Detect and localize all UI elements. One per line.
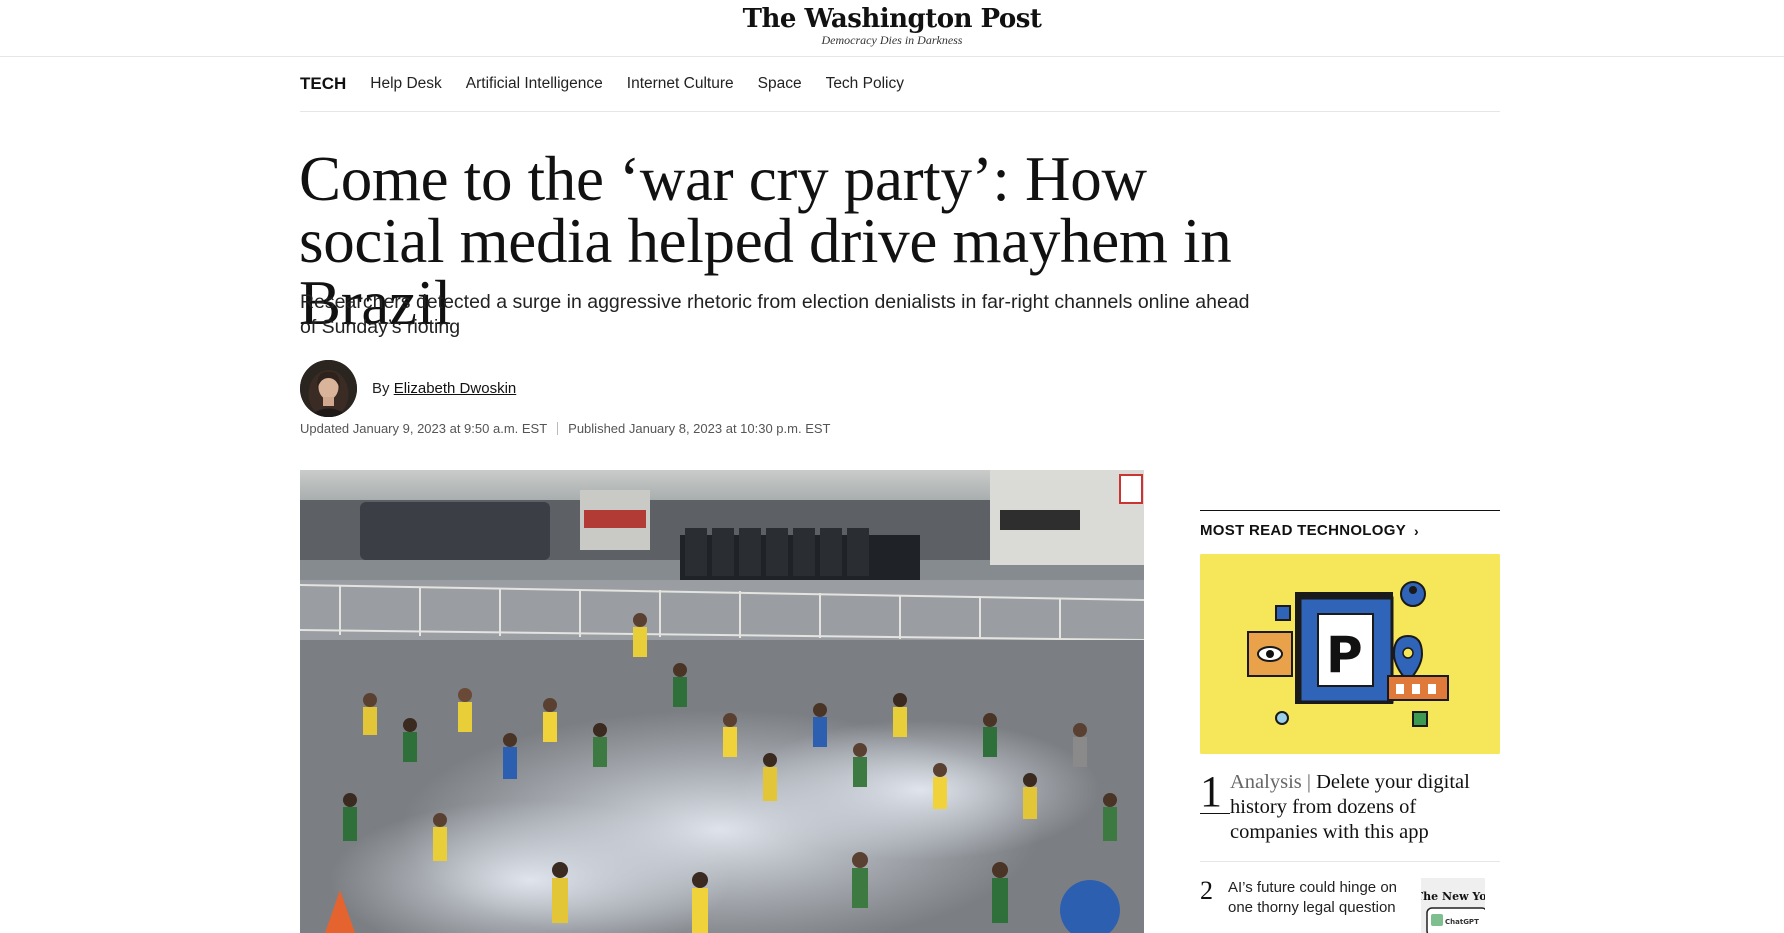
published-timestamp: Published January 8, 2023 at 10:30 p.m. …	[568, 421, 831, 436]
author-avatar[interactable]	[300, 360, 357, 417]
byline-text: By Elizabeth Dwoskin	[372, 380, 516, 397]
lead-photo[interactable]	[300, 470, 1144, 933]
rank-number: 2	[1200, 876, 1213, 905]
rank-number: 1	[1200, 770, 1230, 814]
author-link[interactable]: Elizabeth Dwoskin	[394, 380, 517, 397]
masthead-tagline: Democracy Dies in Darkness	[821, 33, 963, 47]
subnav-link-help-desk[interactable]: Help Desk	[370, 75, 442, 93]
list-divider	[1200, 861, 1500, 862]
most-read-item-2-thumbnail[interactable]: The New York Times ChatGPT	[1421, 878, 1485, 933]
most-read-item-1[interactable]: 1 Analysis | Delete your digital history…	[1200, 770, 1500, 845]
byline: By Elizabeth Dwoskin	[300, 360, 516, 417]
masthead: The Washington Post Democracy Dies in Da…	[0, 0, 1784, 57]
section-subnav: TECH Help Desk Artificial Intelligence I…	[300, 57, 1500, 112]
most-read-item-1-headline: Analysis | Delete your digital history f…	[1230, 770, 1500, 845]
most-read-item-2-headline: AI’s future could hinge on one thorny le…	[1228, 879, 1398, 916]
thumbnail-label: ChatGPT	[1445, 918, 1479, 926]
sidebar-top-rule	[1200, 510, 1500, 511]
subnav-link-space[interactable]: Space	[758, 75, 802, 93]
subnav-link-artificial-intelligence[interactable]: Artificial Intelligence	[466, 75, 603, 93]
most-read-title[interactable]: MOST READ TECHNOLOGY ›	[1200, 522, 1500, 539]
chevron-right-icon: ›	[1414, 522, 1419, 539]
timestamp-divider	[557, 422, 559, 435]
most-read-sidebar: MOST READ TECHNOLOGY › P 1 Analysis | De…	[1200, 510, 1500, 933]
svg-text:P: P	[1326, 626, 1363, 684]
section-label-tech[interactable]: TECH	[300, 74, 346, 94]
byline-prefix: By	[372, 380, 390, 397]
article-dek: Researchers detected a surge in aggressi…	[300, 291, 1250, 338]
washington-post-logo[interactable]: The Washington Post	[0, 4, 1784, 34]
subnav-link-internet-culture[interactable]: Internet Culture	[627, 75, 734, 93]
analysis-kicker: Analysis	[1230, 771, 1302, 793]
updated-timestamp: Updated January 9, 2023 at 9:50 a.m. EST	[300, 421, 548, 436]
most-read-item-2[interactable]: 2 AI’s future could hinge on one thorny …	[1200, 878, 1500, 933]
article-timestamps: Updated January 9, 2023 at 9:50 a.m. EST…	[300, 421, 831, 436]
subnav-link-tech-policy[interactable]: Tech Policy	[826, 75, 904, 93]
thumbnail-masthead: The New York Times	[1421, 890, 1485, 903]
kicker-separator: |	[1301, 771, 1317, 793]
most-read-promo-illustration[interactable]: P	[1200, 554, 1500, 754]
most-read-title-text: MOST READ TECHNOLOGY	[1200, 522, 1407, 539]
